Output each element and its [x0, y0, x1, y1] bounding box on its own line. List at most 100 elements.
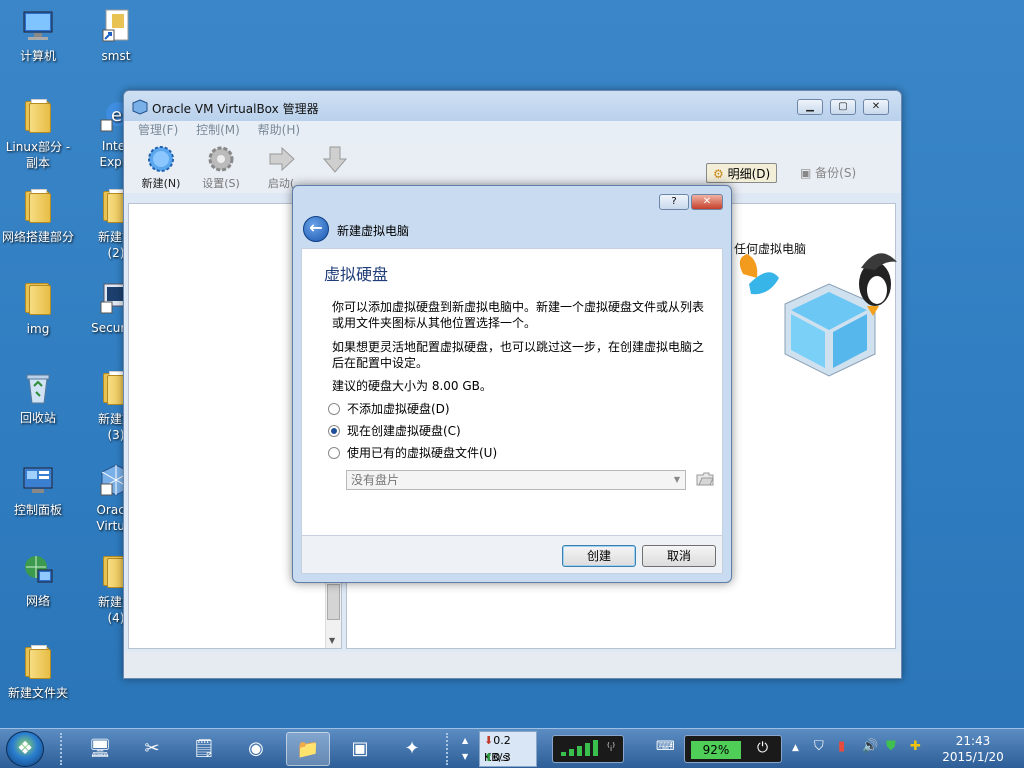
- clock-date: 2015/1/20: [942, 750, 1004, 764]
- open-folder-icon[interactable]: [696, 471, 714, 487]
- computer-icon: [20, 8, 56, 44]
- arrow-up-icon: ⬆: [484, 751, 494, 764]
- radio-label: 不添加虚拟硬盘(D): [347, 402, 450, 416]
- defender-shield-icon[interactable]: ⛊: [886, 739, 896, 754]
- back-arrow-icon[interactable]: ←: [303, 216, 329, 242]
- taskbar-grip[interactable]: [60, 733, 64, 765]
- wifi-signal-meter[interactable]: ⁽ᵢ⁾: [552, 735, 624, 763]
- taskbar-virtualbox-icon[interactable]: ▣: [338, 732, 382, 766]
- details-toggle-button[interactable]: ⚙ 明细(D): [706, 163, 778, 183]
- wifi-icon: ⁽ᵢ⁾: [607, 740, 616, 754]
- new-starburst-icon: [146, 145, 176, 173]
- menu-control[interactable]: 控制(M): [196, 121, 240, 139]
- radio-create-disk[interactable]: 现在创建虚拟硬盘(C): [328, 423, 461, 441]
- desktop-icon-network[interactable]: 网络: [1, 553, 75, 609]
- desktop-icon-new-folder[interactable]: 新建文件夹: [1, 644, 75, 701]
- existing-disk-select[interactable]: 没有盘片 ▼: [346, 470, 686, 490]
- status-bar: [124, 652, 901, 678]
- arrow-down-icon: [320, 145, 350, 173]
- menu-manage[interactable]: 管理(F): [138, 121, 178, 139]
- new-vm-dialog: ? ✕ ← 新建虚拟电脑 虚拟硬盘 你可以添加虚拟硬盘到新虚拟电脑中。新建一个虚…: [292, 185, 732, 583]
- scrollbar-thumb[interactable]: [327, 584, 340, 620]
- desktop-icon-control-panel[interactable]: 控制面板: [1, 462, 75, 518]
- dialog-page: 虚拟硬盘 你可以添加虚拟硬盘到新虚拟电脑中。新建一个虚拟硬盘文件或从列表或用文件…: [301, 248, 723, 536]
- dialog-button-bar: 创建 取消: [301, 536, 723, 574]
- desktop-icon-smst[interactable]: smst: [79, 8, 153, 64]
- virtualbox-mascot-illustration: [729, 244, 899, 387]
- taskbar-browser-icon[interactable]: ◉: [234, 732, 278, 766]
- gear-icon: [206, 145, 236, 173]
- dialog-close-button[interactable]: ✕: [691, 194, 723, 210]
- show-hidden-icons-chevron-icon[interactable]: ▲: [792, 743, 799, 753]
- window-title: Oracle VM VirtualBox 管理器: [152, 102, 319, 116]
- power-plug-icon: ⏻: [757, 740, 769, 756]
- desktop-icon-label: Linux部分 - 副本: [5, 140, 71, 170]
- gear-icon: ⚙: [713, 167, 724, 181]
- folder-icon: [20, 645, 56, 681]
- select-value: 没有盘片: [351, 473, 400, 487]
- desktop-icon-linux-copy[interactable]: Linux部分 - 副本: [1, 98, 75, 171]
- new-vm-button[interactable]: 新建(N): [136, 145, 186, 191]
- desktop-icon-label: 网络搭建部分: [1, 230, 74, 244]
- volume-icon[interactable]: 🔊: [862, 739, 878, 754]
- update-plus-icon[interactable]: ✚: [910, 739, 921, 754]
- taskbar-app-icon[interactable]: ✦: [390, 732, 434, 766]
- taskbar-sticky-notes-icon[interactable]: 🗒: [182, 732, 226, 766]
- radio-existing-disk[interactable]: 使用已有的虚拟硬盘文件(U): [328, 445, 497, 463]
- taskbar: 🖥 ✂ 🗒 ◉ 📁 ▣ ✦ ▲▼ ⬇0.2 KB/s ⬆0.3 KB/s ⁽ᵢ⁾…: [0, 728, 1024, 768]
- scroll-down-icon[interactable]: ▼: [329, 636, 335, 645]
- radio-circle-selected: [328, 425, 340, 437]
- desktop-icon-computer[interactable]: 计算机: [1, 8, 75, 64]
- svg-text:e: e: [111, 105, 122, 126]
- arrow-down-icon: ⬇: [484, 734, 494, 747]
- desktop-icon-img[interactable]: img: [1, 280, 75, 337]
- recommended-size-text: 建议的硬盘大小为 8.00 GB。: [332, 379, 492, 393]
- toolbar-scroll-arrows[interactable]: ▲ ▼: [462, 733, 468, 765]
- virtualbox-app-icon: [132, 99, 148, 118]
- settings-button[interactable]: 设置(S): [196, 145, 246, 191]
- security-shield-icon[interactable]: ⛉: [814, 739, 824, 754]
- menu-bar: 管理(F) 控制(M) 帮助(H): [124, 121, 901, 141]
- maximize-button[interactable]: ▢: [830, 99, 856, 115]
- taskbar-snipping-icon[interactable]: ✂: [130, 732, 174, 766]
- folder-icon: [20, 281, 56, 317]
- snapshots-toggle-button[interactable]: ▣ 备份(S): [800, 164, 856, 181]
- desktop-icon-label: 计算机: [19, 49, 56, 63]
- battery-meter[interactable]: 92% ⏻: [684, 735, 782, 763]
- upload-speed: ⬆0.3 KB/s: [480, 749, 536, 766]
- discard-button[interactable]: [310, 145, 360, 175]
- folder-icon: [20, 99, 56, 135]
- taskbar-remote-desktop-icon[interactable]: 🖥: [78, 732, 122, 766]
- control-panel-icon: [20, 462, 56, 498]
- folder-icon: [20, 189, 56, 225]
- minimize-button[interactable]: ▁: [797, 99, 823, 115]
- radio-label: 使用已有的虚拟硬盘文件(U): [347, 446, 498, 460]
- radio-circle: [328, 447, 340, 459]
- close-button[interactable]: ✕: [863, 99, 889, 115]
- desktop-icon-network-setup[interactable]: 网络搭建部分: [1, 188, 75, 245]
- arrow-right-icon: [266, 145, 296, 173]
- help-button[interactable]: ?: [659, 194, 689, 210]
- dialog-title: 新建虚拟电脑: [337, 224, 410, 238]
- taskbar-explorer-icon[interactable]: 📁: [286, 732, 330, 766]
- radio-no-disk[interactable]: 不添加虚拟硬盘(D): [328, 401, 450, 419]
- camera-icon: ▣: [800, 166, 812, 180]
- cancel-button[interactable]: 取消: [642, 545, 716, 567]
- window-titlebar[interactable]: Oracle VM VirtualBox 管理器 ▁ ▢ ✕: [124, 91, 901, 121]
- menu-help[interactable]: 帮助(H): [258, 121, 300, 139]
- desktop-icon-label: 网络: [25, 594, 50, 608]
- clock-time: 21:43: [955, 734, 991, 748]
- keyboard-icon[interactable]: ⌨: [656, 739, 675, 754]
- radio-circle: [328, 403, 340, 415]
- network-status-icon[interactable]: ▮: [838, 739, 845, 754]
- desktop-icon-label: img: [26, 322, 50, 336]
- desktop-icon-recycle-bin[interactable]: 回收站: [1, 370, 75, 426]
- start-button[interactable]: [6, 731, 44, 767]
- intro-paragraph: 你可以添加虚拟硬盘到新虚拟电脑中。新建一个虚拟硬盘文件或从列表或用文件夹图标从其…: [332, 300, 705, 330]
- network-speed-meter: ⬇0.2 KB/s ⬆0.3 KB/s: [479, 731, 537, 767]
- dialog-titlebar[interactable]: ? ✕: [293, 186, 731, 214]
- system-clock[interactable]: 21:43 2015/1/20: [930, 733, 1016, 765]
- settings-label: 设置(S): [202, 177, 240, 190]
- taskbar-grip[interactable]: [446, 733, 450, 765]
- create-button[interactable]: 创建: [562, 545, 636, 567]
